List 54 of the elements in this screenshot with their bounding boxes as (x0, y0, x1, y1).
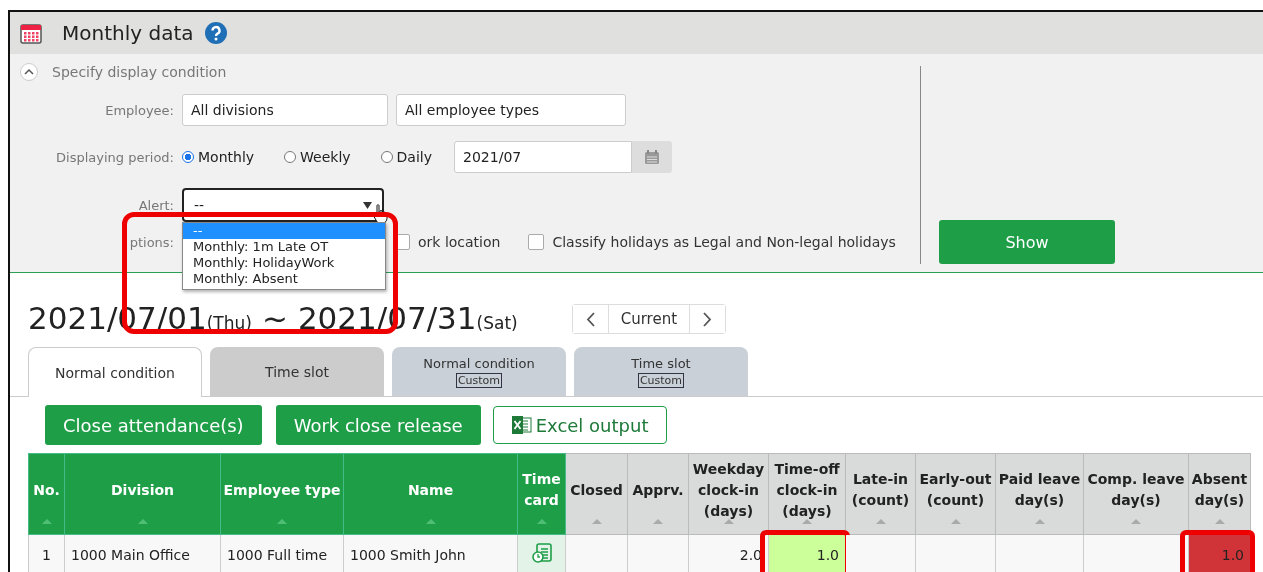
custom-tag: Custom (455, 372, 503, 388)
column-header[interactable]: Comp. leave day(s) (1083, 453, 1189, 535)
radio-button[interactable] (380, 151, 393, 163)
help-icon[interactable] (205, 22, 228, 44)
calendar-icon (644, 149, 661, 165)
column-header[interactable]: Early-out (count) (915, 453, 996, 535)
radio-label: Weekly (300, 149, 351, 165)
field-label: Employee: (104, 102, 174, 118)
next-button[interactable] (689, 305, 726, 333)
table-cell: 1000 Main Office (64, 534, 221, 572)
month-field[interactable]: 2021/07 (454, 141, 633, 173)
calendar-button[interactable] (632, 141, 673, 173)
spreadsheet-icon (511, 416, 532, 434)
column-header[interactable]: Apprv. (627, 453, 689, 535)
tab[interactable]: Normal condition Custom (392, 347, 566, 396)
table-cell: 1 (28, 534, 65, 572)
tab[interactable]: Normal condition (28, 347, 202, 397)
radio-label: Monthly (198, 149, 255, 165)
radio-button[interactable] (284, 151, 297, 163)
employee-type-field[interactable]: All employee types (396, 94, 626, 126)
column-header[interactable]: Closed (565, 453, 628, 535)
column-header[interactable]: Weekday clock-in (days) (688, 453, 769, 535)
checkbox-label: Classify holidays as Legal and Non-legal holidays (552, 234, 896, 250)
dropdown-option[interactable]: Monthly: 1m Late OT (183, 239, 385, 255)
column-header[interactable]: Late-in (count) (845, 453, 916, 535)
field-label: ptions: (128, 234, 174, 250)
radio-label: Daily (396, 149, 433, 165)
section-header: Specify display condition (52, 64, 227, 80)
weekday-label: (Sat) (476, 313, 518, 333)
dropdown-option[interactable]: Monthly: HolidayWork (183, 255, 385, 271)
range-separator: ~ (261, 300, 288, 336)
chevron-right-icon (703, 311, 713, 327)
checkbox-label: ork location (418, 234, 501, 250)
custom-tag: Custom (637, 372, 685, 388)
checkbox[interactable] (528, 234, 545, 250)
tab[interactable]: Time slot (210, 347, 384, 396)
page-title: Monthly data (62, 21, 194, 45)
dropdown-option[interactable]: Monthly: Absent (183, 271, 385, 287)
excel-output-button[interactable]: Excel output (492, 406, 668, 444)
table-cell: 1000 Full time (220, 534, 344, 572)
field-label: Alert: (137, 197, 174, 213)
previous-button[interactable] (572, 305, 609, 333)
radio-button[interactable] (182, 151, 194, 163)
field-label: Displaying period: (55, 149, 174, 165)
division-field[interactable]: All divisions (182, 94, 388, 126)
weekday-label: (Thu) (206, 313, 252, 333)
caret-icon (363, 202, 372, 209)
table-cell: 1000 Smith John (343, 534, 518, 572)
column-header[interactable]: Paid leave day(s) (995, 453, 1084, 535)
calendar-icon (20, 22, 42, 44)
chevron-left-icon (585, 311, 595, 327)
tab[interactable]: Time slot Custom (574, 347, 748, 396)
timecard-icon[interactable] (530, 542, 553, 564)
collapse-icon[interactable] (20, 63, 38, 81)
